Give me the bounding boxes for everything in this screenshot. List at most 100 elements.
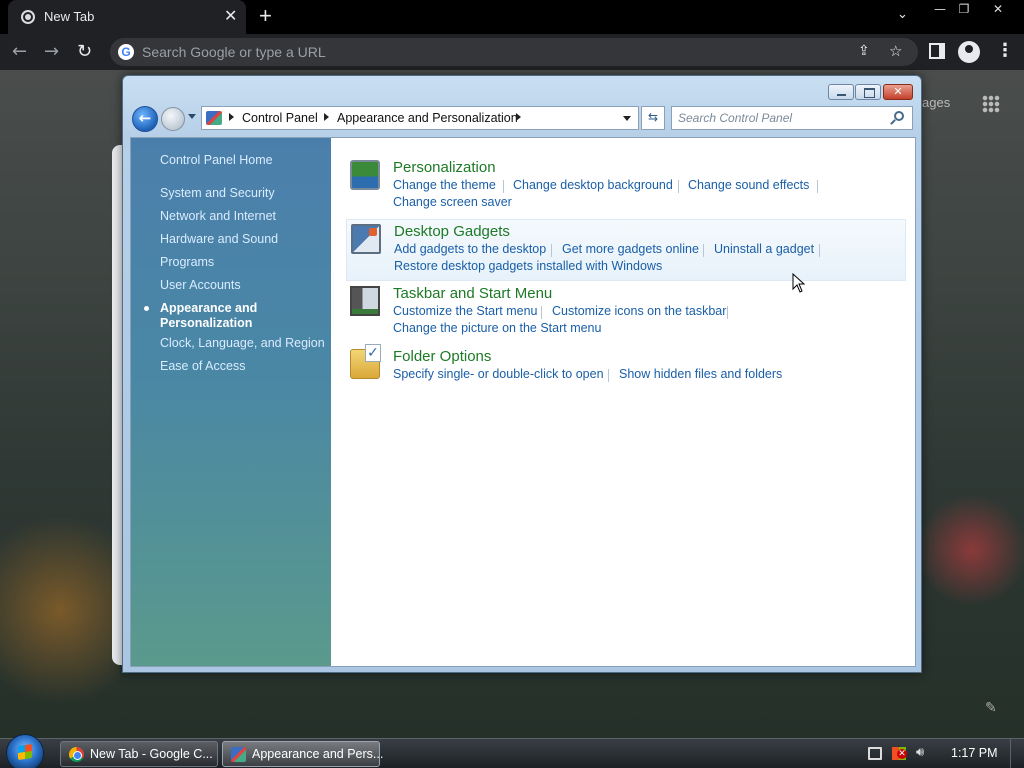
browser-close-button[interactable]: ✕ [976, 1, 1020, 18]
link-separator [503, 180, 504, 193]
nav-control-panel-home[interactable]: Control Panel Home [160, 153, 273, 168]
chrome-icon [69, 747, 84, 762]
nav-ease-of-access[interactable]: Ease of Access [160, 359, 245, 374]
nav-system-security[interactable]: System and Security [160, 186, 275, 201]
browser-minimize-button[interactable]: — [928, 1, 952, 18]
browser-tab[interactable]: New Tab ✕ [8, 0, 246, 34]
breadcrumb-control-panel[interactable]: Control Panel [242, 111, 318, 125]
link-change-theme[interactable]: Change the theme [393, 178, 496, 192]
new-tab-button[interactable]: + [259, 3, 272, 29]
control-panel-icon [206, 111, 222, 125]
browser-forward-button[interactable]: → [44, 41, 59, 62]
browser-reload-button[interactable]: ↻ [77, 41, 92, 62]
volume-icon[interactable]: 🔊︎ [916, 745, 930, 760]
taskbar-button-control-panel[interactable]: Appearance and Pers... [222, 741, 383, 767]
refresh-button[interactable]: ⇆ [641, 106, 665, 130]
nav-user-accounts[interactable]: User Accounts [160, 278, 241, 293]
tab-search-chevron-icon[interactable]: ⌄ [897, 7, 908, 22]
nav-hardware-sound[interactable]: Hardware and Sound [160, 232, 278, 247]
link-add-gadgets[interactable]: Add gadgets to the desktop [394, 242, 546, 256]
address-bar[interactable]: Control Panel Appearance and Personaliza… [201, 106, 639, 130]
chrome-tabstrip: New Tab ✕ + ⌄ — ❐ ✕ [0, 0, 1024, 34]
maximize-button[interactable] [855, 84, 881, 100]
google-apps-icon[interactable] [982, 95, 1000, 113]
side-panel-icon[interactable] [929, 43, 945, 59]
link-change-desktop-background[interactable]: Change desktop background [513, 178, 673, 192]
control-panel-body: Control Panel Home System and Security N… [130, 137, 916, 667]
breadcrumb-separator-icon[interactable] [229, 113, 234, 121]
browser-back-button[interactable]: ← [12, 41, 27, 62]
link-restore-gadgets[interactable]: Restore desktop gadgets installed with W… [394, 259, 662, 273]
navigation-pane: Control Panel Home System and Security N… [131, 138, 331, 666]
nav-clock-language-region[interactable]: Clock, Language, and Region [160, 336, 325, 351]
profile-avatar[interactable] [958, 41, 980, 63]
group-title-folder-options[interactable]: Folder Options [393, 348, 491, 365]
minimize-button[interactable] [828, 84, 854, 100]
omnibox[interactable]: G ⇪ ☆ [110, 38, 918, 66]
browser-restore-button[interactable]: ❐ [952, 1, 976, 18]
close-tab-icon[interactable]: ✕ [224, 6, 237, 25]
google-icon: G [118, 44, 134, 60]
taskbar-button-label: New Tab - Google C... [90, 747, 213, 761]
search-icon[interactable] [894, 111, 904, 121]
background-flower [920, 490, 1024, 610]
link-change-screen-saver[interactable]: Change screen saver [393, 195, 512, 209]
forward-button[interactable] [161, 107, 185, 131]
search-box[interactable] [671, 106, 913, 130]
address-dropdown-icon[interactable] [623, 116, 631, 121]
link-separator [678, 180, 679, 193]
breadcrumb-separator-icon[interactable] [324, 113, 329, 121]
network-icon[interactable] [868, 747, 882, 760]
link-change-sound-effects[interactable]: Change sound effects [688, 178, 809, 192]
group-personalization: Personalization Change the theme Change … [346, 156, 906, 218]
group-title-taskbar-start-menu[interactable]: Taskbar and Start Menu [393, 285, 552, 302]
breadcrumb-appearance[interactable]: Appearance and Personalization [337, 111, 518, 125]
group-folder-options: Folder Options Specify single- or double… [346, 344, 906, 407]
link-show-hidden-files[interactable]: Show hidden files and folders [619, 367, 782, 381]
personalization-icon[interactable] [350, 160, 380, 190]
nav-network-internet[interactable]: Network and Internet [160, 209, 276, 224]
recent-pages-dropdown-icon[interactable] [188, 114, 196, 119]
show-desktop-button[interactable] [1010, 739, 1024, 768]
gadgets-icon[interactable] [351, 224, 381, 254]
breadcrumb-separator-icon[interactable] [516, 113, 521, 121]
chrome-favicon-icon [21, 10, 35, 24]
taskbar-icon[interactable] [350, 286, 380, 316]
link-get-more-gadgets[interactable]: Get more gadgets online [562, 242, 699, 256]
control-panel-window: ✕ ← Control Panel Appearance and Persona… [122, 75, 922, 673]
windows-taskbar: New Tab - Google C... Appearance and Per… [0, 734, 1024, 768]
current-item-bullet [144, 306, 149, 311]
share-icon[interactable]: ⇪ [858, 43, 870, 59]
link-change-start-picture[interactable]: Change the picture on the Start menu [393, 321, 601, 335]
customize-pencil-icon[interactable]: ✎ [985, 700, 997, 716]
search-input[interactable] [678, 110, 888, 126]
folder-options-icon[interactable] [350, 344, 381, 379]
images-link[interactable]: ages [922, 95, 950, 110]
back-button[interactable]: ← [132, 106, 158, 132]
link-uninstall-gadget[interactable]: Uninstall a gadget [714, 242, 814, 256]
bookmark-star-icon[interactable]: ☆ [889, 42, 902, 60]
taskbar-button-chrome[interactable]: New Tab - Google C... [60, 741, 218, 767]
group-taskbar-start-menu: Taskbar and Start Menu Customize the Sta… [346, 282, 906, 344]
link-separator [817, 180, 818, 193]
link-customize-start-menu[interactable]: Customize the Start menu [393, 304, 538, 318]
group-title-desktop-gadgets[interactable]: Desktop Gadgets [394, 223, 510, 240]
group-title-personalization[interactable]: Personalization [393, 159, 496, 176]
browser-menu-icon[interactable]: ⋮ [996, 40, 1014, 61]
link-single-double-click[interactable]: Specify single- or double-click to open [393, 367, 604, 381]
link-separator [608, 369, 609, 382]
omnibox-input[interactable] [142, 42, 822, 62]
nav-programs[interactable]: Programs [160, 255, 214, 270]
background-flower [0, 490, 120, 730]
chrome-toolbar: ← → ↻ G ⇪ ☆ ⋮ [0, 34, 1024, 70]
link-customize-taskbar-icons[interactable]: Customize icons on the taskbar [552, 304, 726, 318]
link-separator [819, 244, 820, 257]
start-button[interactable] [6, 734, 44, 768]
link-separator [551, 244, 552, 257]
close-button[interactable]: ✕ [883, 84, 913, 100]
taskbar-clock[interactable]: 1:17 PM [951, 746, 998, 760]
control-panel-icon [231, 747, 246, 762]
main-content: Personalization Change the theme Change … [331, 138, 915, 666]
action-center-icon[interactable] [892, 747, 907, 760]
browser-tab-title: New Tab [44, 9, 95, 24]
